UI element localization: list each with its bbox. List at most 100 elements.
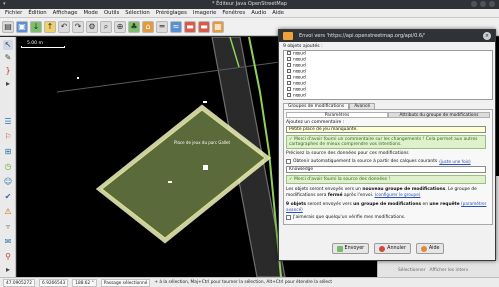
source-auto-checkbox[interactable] <box>286 159 291 164</box>
draw-tool-icon[interactable]: ✎ <box>3 53 13 63</box>
list-item[interactable]: nœud <box>284 93 492 99</box>
changeset-subtabs: Paramètres Attributs du groupe de modifi… <box>286 112 490 118</box>
conflict-icon[interactable]: ⚠ <box>3 207 13 217</box>
system-menu-icon[interactable]: ▾ <box>3 0 6 9</box>
menu-file[interactable]: Fichier <box>2 9 25 17</box>
dialog-button-row: Envoyer Annuler Aide <box>279 243 497 254</box>
search-icon[interactable]: ⌕ <box>100 20 112 33</box>
node-icon <box>287 75 291 79</box>
close-window-button[interactable] <box>489 1 495 7</box>
zoom-icon[interactable]: ⊕ <box>114 20 126 33</box>
panel-button-row: Sélectionner Afficher les interv <box>378 265 499 277</box>
cancel-button[interactable]: Annuler <box>374 243 411 254</box>
map-pin-icon[interactable]: ⚲ <box>3 252 13 262</box>
upload-dialog-icon <box>283 32 293 40</box>
save-icon[interactable]: ▣ <box>16 20 28 33</box>
configure-changeset-link[interactable]: (configurer le groupe) <box>375 192 421 197</box>
upload-icon[interactable]: ↑ <box>44 20 56 33</box>
review-row: J'aimerais que quelqu'un vérifie mes mod… <box>286 215 490 220</box>
preset-car-icon[interactable]: ▬ <box>184 20 196 33</box>
node-marker-2[interactable] <box>168 181 172 183</box>
window-controls <box>471 1 495 7</box>
close-icon[interactable]: × <box>483 32 491 40</box>
minimize-button[interactable] <box>471 1 477 7</box>
download-icon[interactable]: ↓ <box>30 20 42 33</box>
open-file-icon[interactable]: ▤ <box>2 20 14 33</box>
user-icon[interactable]: ☺ <box>3 177 13 187</box>
menu-mode[interactable]: Mode <box>81 9 101 17</box>
preset-water-icon[interactable]: ≈ <box>170 20 182 33</box>
scale-label: 5.00 m <box>27 41 43 46</box>
review-request-label: J'aimerais que quelqu'un vérifie mes mod… <box>293 215 406 220</box>
longitude-readout: 6.9266543 <box>38 278 69 287</box>
source-value: Knowledge <box>289 167 314 172</box>
lasso-tool-icon[interactable]: } <box>3 66 13 76</box>
scale-bar <box>21 46 65 48</box>
upload-strategy-info: 9 objets seront envoyés vers un groupe d… <box>286 201 487 212</box>
filter-icon[interactable]: ▿ <box>3 222 13 232</box>
menu-help[interactable]: Aide <box>269 9 287 17</box>
help-icon <box>420 245 427 252</box>
preset-park-icon[interactable]: ♣ <box>128 20 140 33</box>
relation-icon[interactable]: ⊞ <box>3 147 13 157</box>
select-button[interactable]: Sélectionner <box>398 265 426 277</box>
help-button[interactable]: Aide <box>415 243 445 254</box>
history-icon[interactable]: ◷ <box>3 162 13 172</box>
menu-view[interactable]: Affichage <box>50 9 81 17</box>
menu-audio[interactable]: Audio <box>248 9 269 17</box>
heading-readout: 188.62 ° <box>72 278 97 287</box>
upload-icon <box>336 245 343 252</box>
preset-shop-icon[interactable]: ▦ <box>212 20 224 33</box>
maximize-button[interactable] <box>480 1 486 7</box>
window-title: * Éditeur Java OpenStreetMap <box>212 1 287 7</box>
menu-edit[interactable]: Édition <box>25 9 49 17</box>
comment-feedback: ✓ Merci d'avoir fourni un commentaire su… <box>286 135 486 149</box>
notes-icon[interactable]: ✉ <box>3 237 13 247</box>
tab-parameters[interactable]: Paramètres <box>286 112 388 118</box>
preferences-icon[interactable]: ⚙ <box>86 20 98 33</box>
menu-selection[interactable]: Sélection <box>122 9 152 17</box>
preset-building-icon[interactable]: ⌂ <box>142 20 154 33</box>
zoom-tool-icon[interactable]: ▸ <box>3 79 13 89</box>
select-tool-icon[interactable]: ↖ <box>3 40 13 50</box>
source-label: Précisez la source des données pour ces … <box>286 151 409 156</box>
more-tools-icon[interactable]: ▸ <box>3 265 13 275</box>
undo-icon[interactable]: ↶ <box>58 20 70 33</box>
node-icon <box>287 81 291 85</box>
tab-changeset-attributes[interactable]: Attributs du groupe de modifications <box>388 112 490 118</box>
source-auto-row: Obtenir automatiquement la source à part… <box>286 159 490 164</box>
properties-icon[interactable]: ⚐ <box>3 132 13 142</box>
node-icon <box>287 69 291 73</box>
playground-label: Place de jeux du parc Gallet <box>174 140 231 145</box>
playground-icon[interactable] <box>203 165 208 170</box>
node-marker[interactable] <box>203 101 207 103</box>
redo-icon[interactable]: ↷ <box>72 20 84 33</box>
node-icon <box>287 63 291 67</box>
preset-bus-icon[interactable]: ▬ <box>198 20 210 33</box>
menu-tools[interactable]: Outils <box>101 9 122 17</box>
review-request-checkbox[interactable] <box>286 215 291 220</box>
layers-icon[interactable]: ☰ <box>3 117 13 127</box>
node-icon <box>287 57 291 61</box>
josm-window: ▾ * Éditeur Java OpenStreetMap Fichier É… <box>0 0 499 287</box>
menu-windows[interactable]: Fenêtres <box>219 9 248 17</box>
changeset-info: Les objets seront envoyés vers un nouvea… <box>286 187 477 198</box>
validation-icon[interactable]: ✔ <box>3 192 13 202</box>
changeset-tab-panel: Paramètres Attributs du groupe de modifi… <box>283 109 493 225</box>
menu-presets[interactable]: Préréglages <box>153 9 190 17</box>
left-tool-palette: ↖ ✎ } ▸ ☰ ⚐ ⊞ ◷ ☺ ✔ ⚠ ▿ ✉ ⚲ ▸ <box>0 37 16 277</box>
dialog-title: Envoi vers 'https://api.openstreetmap.or… <box>299 33 426 39</box>
source-once-link[interactable]: (juste une fois) <box>439 159 470 164</box>
menu-imagery[interactable]: Imagerie <box>190 9 220 17</box>
node-marker-3[interactable] <box>77 77 79 79</box>
objects-list[interactable]: nœud nœud nœud nœud nœud nœud nœud nœud <box>283 50 493 100</box>
comment-value: Petite place de jeu manquante. <box>289 127 358 132</box>
upload-button[interactable]: Envoyer <box>331 243 370 254</box>
selection-status: Passage sélectionné <box>100 278 151 287</box>
comment-input[interactable]: Petite place de jeu manquante. ▾ <box>286 126 486 133</box>
preset-road-icon[interactable]: ═ <box>156 20 168 33</box>
show-intervals-button[interactable]: Afficher les interv <box>430 265 469 277</box>
dialog-titlebar: Envoi vers 'https://api.openstreetmap.or… <box>279 30 495 42</box>
source-input[interactable]: Knowledge ▾ <box>286 166 486 173</box>
status-hint: + à la sélection, Maj+Ctrl pour tourner … <box>154 280 333 285</box>
